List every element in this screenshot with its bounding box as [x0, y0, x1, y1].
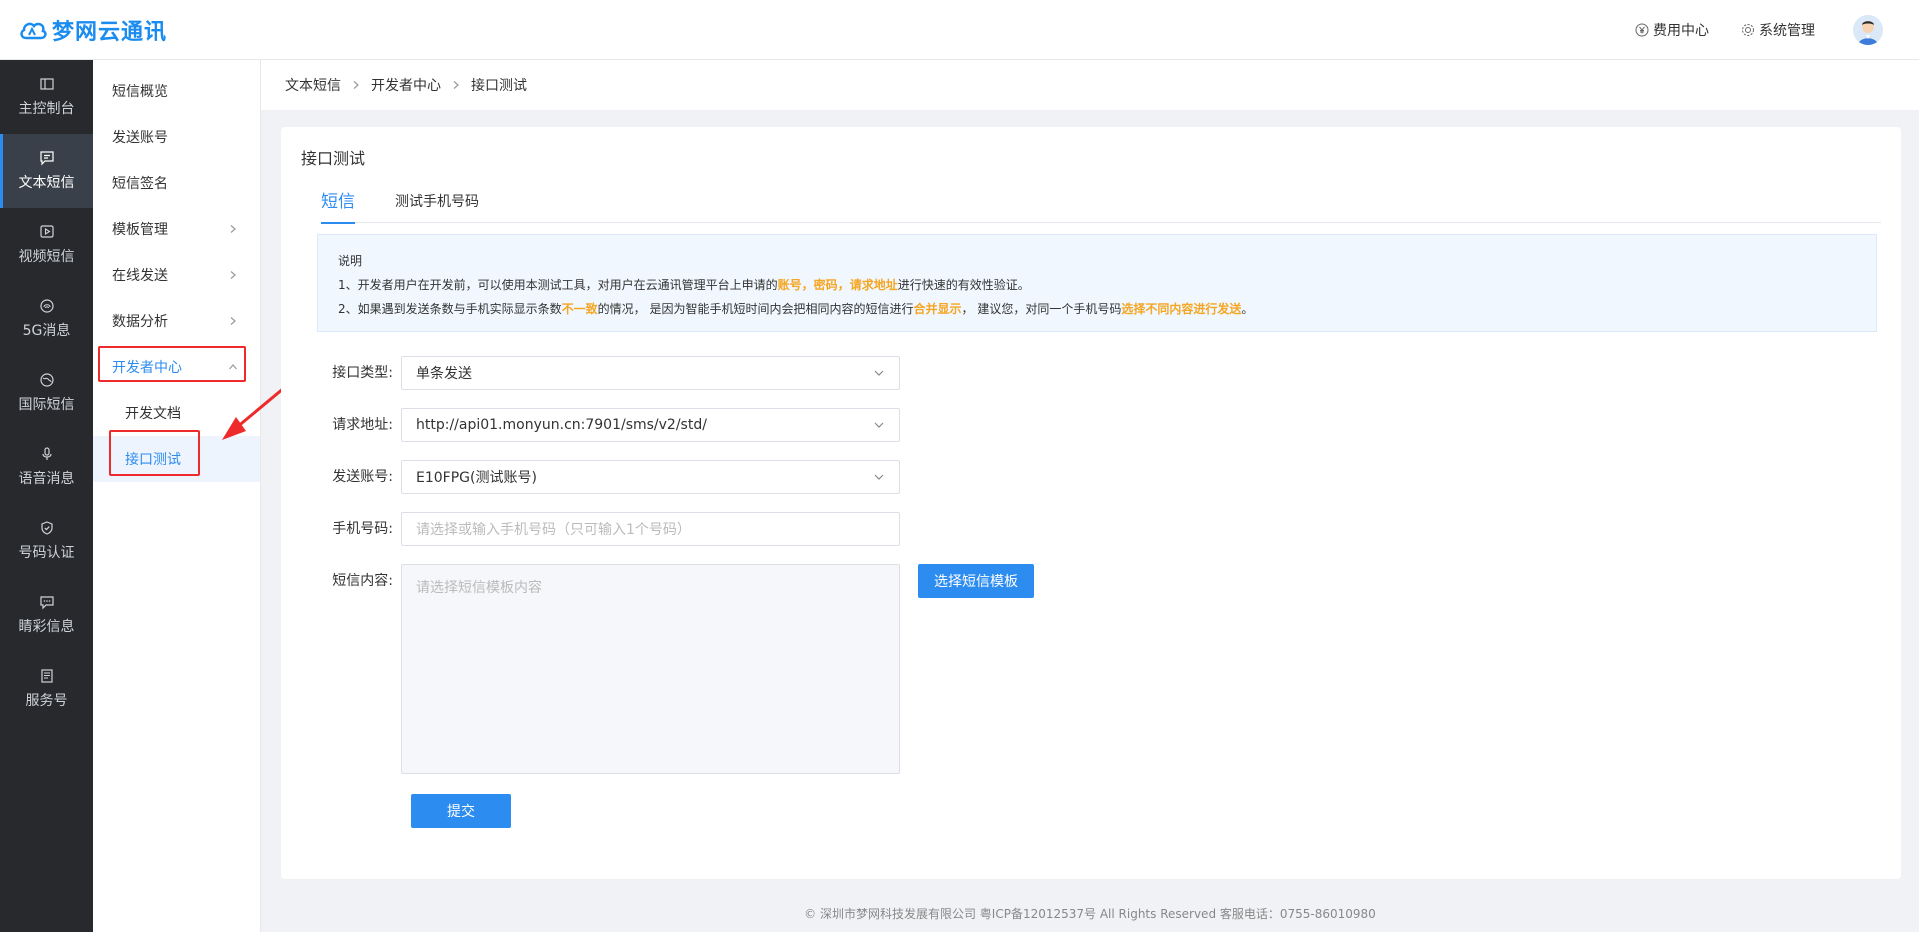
tab-bar: 短信 测试手机号码 — [321, 187, 1881, 224]
tab-sms[interactable]: 短信 — [321, 187, 355, 224]
nav-item-voice-message[interactable]: 语音消息 — [0, 430, 93, 504]
notice-line-2: 2、如果遇到发送条数与手机实际显示条数不一致的情况， 是因为智能手机短时间内会把… — [338, 302, 1254, 316]
nav-item-console[interactable]: 主控制台 — [0, 60, 93, 134]
form-row-send-account: 发送账号: E10FPG(测试账号) — [321, 460, 900, 494]
breadcrumb-item-current: 接口测试 — [471, 78, 527, 94]
submenu-item-send-account[interactable]: 发送账号 — [93, 114, 260, 160]
yen-icon — [1635, 23, 1649, 36]
sms-content-label: 短信内容: — [332, 573, 393, 589]
api-type-select[interactable]: 单条发送 — [401, 356, 900, 390]
user-avatar-icon — [1853, 14, 1883, 45]
submenu-item-label: 开发文档 — [125, 406, 181, 422]
nav-item-text-sms[interactable]: 文本短信 — [0, 134, 93, 208]
submenu-item-label: 短信概览 — [112, 84, 168, 100]
nav-item-international-sms[interactable]: 国际短信 — [0, 356, 93, 430]
submenu-item-label: 数据分析 — [112, 314, 168, 330]
main-sidebar: 主控制台 文本短信 视频短信 5G消息 国际短信 语音消息 号码认证 睛彩信息 … — [0, 60, 93, 932]
nav-item-label: 语音消息 — [18, 471, 75, 487]
send-account-value: E10FPG(测试账号) — [416, 470, 537, 486]
nav-item-label: 视频短信 — [18, 249, 75, 265]
submenu-item-sms-overview[interactable]: 短信概览 — [93, 68, 260, 114]
breadcrumb-item[interactable]: 文本短信 — [285, 75, 341, 95]
phone-number-label: 手机号码: — [332, 521, 393, 537]
dashboard-icon — [39, 78, 54, 90]
nav-item-label: 服务号 — [25, 693, 68, 709]
submenu-item-label: 短信签名 — [112, 176, 168, 192]
microphone-icon — [41, 447, 52, 460]
billing-center-label: 费用中心 — [1653, 22, 1709, 39]
form-row-request-url: 请求地址: http://api01.monyun.cn:7901/sms/v2… — [321, 408, 900, 442]
notice-line-1: 1、开发者用户在开发前，可以使用本测试工具，对用户在云通讯管理平台上申请的账号，… — [338, 278, 1030, 292]
api-test-card: 接口测试 短信 测试手机号码 说明 1、开发者用户在开发前，可以使用本测试工具，… — [281, 127, 1901, 879]
chevron-right-icon — [230, 225, 236, 233]
nav-item-label: 号码认证 — [18, 545, 75, 561]
globe-icon — [39, 373, 54, 387]
sub-sidebar: 短信概览 发送账号 短信签名 模板管理 在线发送 数据分析 开发者中心 开发文档… — [93, 60, 261, 932]
video-icon — [39, 225, 54, 238]
signal-icon — [39, 299, 54, 313]
user-avatar[interactable] — [1853, 14, 1883, 45]
phone-number-input[interactable]: 请选择或输入手机号码（只可输入1个号码） — [401, 512, 900, 546]
footer-copyright: © 深圳市梦网科技发展有限公司 粤ICP备12012537号 All Right… — [804, 907, 1376, 921]
select-template-button[interactable]: 选择短信模板 — [918, 564, 1034, 598]
submenu-item-label: 在线发送 — [112, 268, 168, 284]
nav-item-label: 睛彩信息 — [18, 619, 75, 635]
shield-icon — [40, 521, 53, 535]
logo-text: 梦网云通讯 — [52, 19, 168, 45]
form-row-phone-number: 手机号码: 请选择或输入手机号码（只可输入1个号码） — [321, 512, 900, 546]
submenu-item-label: 发送账号 — [112, 130, 168, 146]
submenu-item-label: 模板管理 — [112, 222, 168, 238]
annotation-box-api-test — [109, 430, 200, 476]
nav-item-video-sms[interactable]: 视频短信 — [0, 208, 93, 282]
instructions-notice: 说明 1、开发者用户在开发前，可以使用本测试工具，对用户在云通讯管理平台上申请的… — [317, 234, 1877, 332]
api-type-label: 接口类型: — [332, 365, 393, 381]
chevron-down-icon — [874, 422, 884, 428]
chevron-right-icon — [453, 81, 459, 89]
top-header: 梦网云通讯 费用中心 系统管理 — [0, 0, 1919, 60]
cloud-logo-icon — [20, 22, 47, 39]
nav-item-label: 文本短信 — [18, 175, 75, 191]
api-type-value: 单条发送 — [416, 366, 472, 382]
request-url-label: 请求地址: — [332, 417, 393, 433]
chevron-down-icon — [874, 370, 884, 376]
form-row-api-type: 接口类型: 单条发送 — [321, 356, 900, 390]
breadcrumb-item[interactable]: 开发者中心 — [371, 75, 441, 95]
request-url-value: http://api01.monyun.cn:7901/sms/v2/std/ — [416, 417, 707, 433]
system-management-label: 系统管理 — [1759, 22, 1815, 39]
nav-item-label: 主控制台 — [18, 101, 75, 117]
breadcrumb: 文本短信 开发者中心 接口测试 — [261, 60, 1919, 110]
send-account-label: 发送账号: — [332, 469, 393, 485]
billing-center-link[interactable]: 费用中心 — [1635, 20, 1709, 40]
nav-item-label: 国际短信 — [18, 397, 75, 413]
logo[interactable]: 梦网云通讯 — [0, 14, 167, 46]
chat-icon — [39, 596, 54, 610]
send-account-select[interactable]: E10FPG(测试账号) — [401, 460, 900, 494]
sms-content-textarea[interactable]: 请选择短信模板内容 — [401, 564, 900, 774]
chevron-right-icon — [230, 271, 236, 279]
nav-item-rich-message[interactable]: 睛彩信息 — [0, 578, 93, 652]
nav-item-service-account[interactable]: 服务号 — [0, 652, 93, 726]
chevron-down-icon — [874, 474, 884, 480]
form-row-sms-content: 短信内容: 请选择短信模板内容 选择短信模板 — [321, 564, 1034, 774]
request-url-select[interactable]: http://api01.monyun.cn:7901/sms/v2/std/ — [401, 408, 900, 442]
nav-item-5g-message[interactable]: 5G消息 — [0, 282, 93, 356]
chevron-right-icon — [353, 81, 359, 89]
submit-button[interactable]: 提交 — [411, 794, 511, 828]
submenu-item-online-send[interactable]: 在线发送 — [93, 252, 260, 298]
nav-item-label: 5G消息 — [22, 323, 71, 339]
message-icon — [39, 151, 54, 166]
submenu-item-template-management[interactable]: 模板管理 — [93, 206, 260, 252]
page-title: 接口测试 — [301, 149, 366, 168]
nav-item-number-auth[interactable]: 号码认证 — [0, 504, 93, 578]
submenu-item-sms-signature[interactable]: 短信签名 — [93, 160, 260, 206]
system-management-link[interactable]: 系统管理 — [1741, 20, 1815, 40]
tab-test-phone-numbers[interactable]: 测试手机号码 — [395, 187, 479, 223]
gear-icon — [1742, 23, 1754, 36]
document-icon — [40, 669, 53, 683]
notice-title: 说明 — [338, 254, 363, 268]
